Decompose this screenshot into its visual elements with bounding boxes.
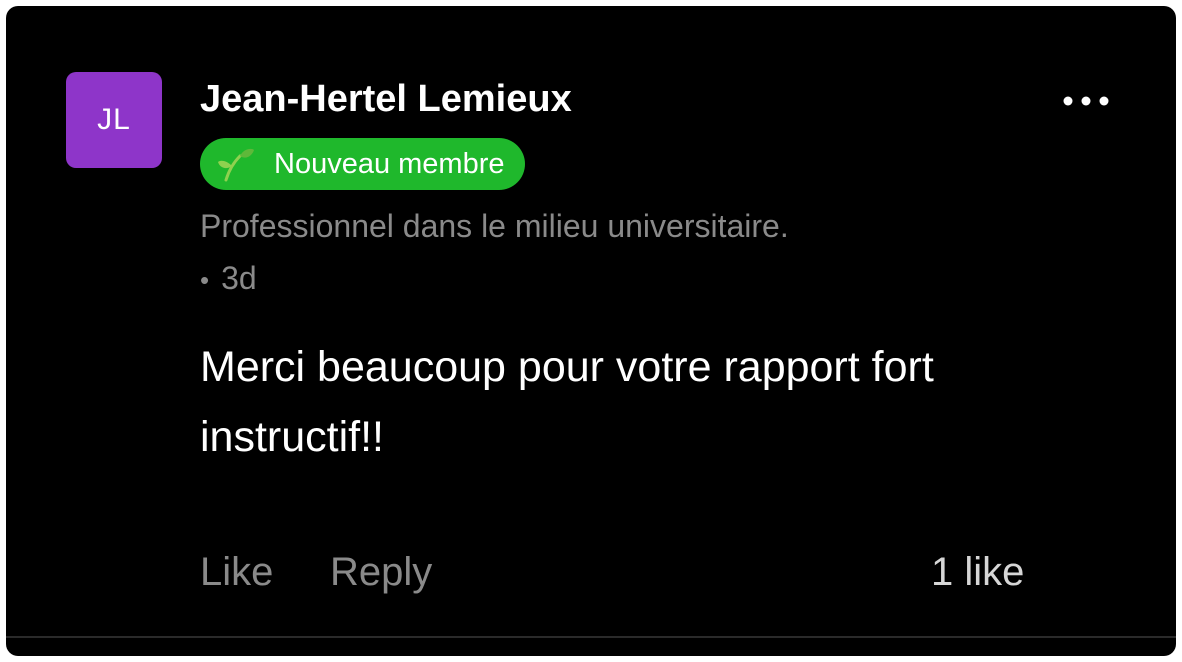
divider <box>6 636 1176 638</box>
reply-button[interactable]: Reply <box>330 550 432 595</box>
author-headline: Professionnel dans le milieu universitai… <box>200 208 789 244</box>
timestamp: 3d <box>221 260 257 296</box>
like-count[interactable]: 1 like <box>931 550 1024 595</box>
comment-text: Merci beaucoup pour votre rapport fort i… <box>200 343 934 461</box>
separator-dot: • <box>200 265 210 295</box>
timestamp-row: • 3d <box>200 260 257 297</box>
avatar[interactable]: JL <box>66 72 162 168</box>
comment-card: JL Jean-Hertel Lemieux Nouveau membre Pr… <box>6 6 1176 656</box>
member-badge: Nouveau membre <box>200 138 525 190</box>
badge-label: Nouveau membre <box>274 147 505 180</box>
more-horizontal-icon <box>1063 96 1109 106</box>
author-name[interactable]: Jean-Hertel Lemieux <box>200 78 572 121</box>
avatar-initials: JL <box>97 103 131 136</box>
more-options-button[interactable] <box>1056 86 1116 116</box>
like-button[interactable]: Like <box>200 550 273 595</box>
sprout-icon <box>218 148 254 182</box>
